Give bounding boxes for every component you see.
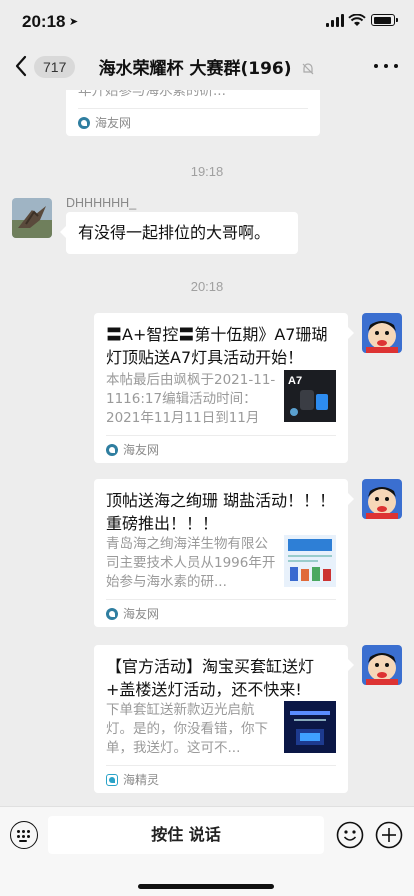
text-message-bubble[interactable]: 有没得一起排位的大哥啊。 — [60, 212, 298, 254]
unread-count-badge: 717 — [34, 56, 76, 78]
avatar-image — [362, 479, 402, 519]
status-time: 20:18 — [22, 12, 66, 31]
link-card-partial[interactable]: 年开始参与海水素的研... 海友网 — [66, 90, 320, 136]
card-divider — [78, 108, 308, 109]
card-thumbnail — [284, 535, 336, 587]
sender-name: DHHHHHH_ — [66, 196, 137, 210]
keyboard-toggle-button[interactable] — [10, 821, 38, 849]
card-desc: 下单套缸送新款迈光启航灯。是的，你没看错，你下单，我送灯。这可不... — [106, 702, 268, 756]
haiyou-logo-icon — [106, 444, 118, 456]
haiyou-logo-icon — [106, 608, 118, 620]
hold-to-talk-button[interactable]: 按住 说话 — [48, 816, 324, 854]
card-thumbnail — [284, 701, 336, 753]
card-title: 顶帖送海之绚珊 瑚盐活动！！！ 重磅推出！！！ — [106, 491, 336, 533]
chevron-left-icon — [15, 55, 27, 77]
thumb-label: A7 — [288, 375, 302, 387]
card-title: 〓A+智控〓第十伍期》A7珊瑚灯顶贴送A7灯具活动开始！ — [106, 325, 328, 367]
card-title: 【官方活动】淘宝买套缸送灯+盖楼送灯活动，还不快来! — [106, 657, 315, 699]
chat-header: 717 海水荣耀杯 大赛群(196) — [0, 44, 414, 90]
plus-icon[interactable] — [375, 821, 403, 849]
card-source: 海友网 — [106, 442, 159, 458]
card-divider — [106, 599, 336, 600]
my-avatar[interactable] — [362, 645, 402, 685]
card-source: 海友网 — [106, 606, 159, 622]
chat-input-bar: 按住 说话 — [0, 806, 414, 896]
message-text: 有没得一起排位的大哥啊。 — [78, 223, 271, 242]
sender-avatar[interactable] — [12, 198, 52, 238]
my-avatar[interactable] — [362, 313, 402, 353]
mute-bell-icon — [303, 63, 314, 75]
link-card[interactable]: 【官方活动】淘宝买套缸送灯+盖楼送灯活动，还不快来! 下单套缸送新款迈光启航灯。… — [94, 645, 354, 793]
avatar-image — [362, 645, 402, 685]
card-source: 海精灵 — [106, 772, 159, 788]
card-thumbnail: A7 — [284, 370, 336, 422]
avatar-image — [362, 313, 402, 353]
more-options-button[interactable] — [372, 56, 400, 76]
link-card[interactable]: 顶帖送海之绚珊 瑚盐活动！！！ 重磅推出！！！ 青岛海之绚海洋生物有限公司主要技… — [94, 479, 354, 627]
card-desc: 年开始参与海水素的研... — [78, 90, 226, 99]
timestamp: 19:18 — [190, 164, 224, 179]
emoji-icon[interactable] — [336, 821, 364, 849]
chat-title-wrap: 海水荣耀杯 大赛群(196) — [90, 54, 324, 79]
card-desc: 青岛海之绚海洋生物有限公司主要技术人员从1996年开始参与海水素的研... — [106, 536, 276, 590]
card-divider — [106, 435, 336, 436]
location-arrow-icon: ➤ — [69, 15, 79, 28]
link-card[interactable]: 〓A+智控〓第十伍期》A7珊瑚灯顶贴送A7灯具活动开始！ 本帖最后由飒枫于202… — [94, 313, 354, 463]
card-divider — [106, 765, 336, 766]
avatar-image — [12, 198, 52, 238]
home-indicator — [138, 884, 274, 889]
wifi-icon — [348, 14, 366, 26]
haijingling-logo-icon — [106, 774, 118, 786]
card-source-label: 海精灵 — [123, 773, 160, 787]
card-source: 海友网 — [78, 115, 131, 131]
card-desc: 本帖最后由飒枫于2021-11-1116:17编辑活动时间：2021年11月11… — [106, 372, 276, 426]
card-source-label: 海友网 — [123, 443, 160, 457]
card-source-label: 海友网 — [123, 607, 160, 621]
timestamp: 20:18 — [190, 279, 224, 294]
chat-title: 海水荣耀杯 大赛群(196) — [98, 59, 292, 79]
status-bar: 20:18 ➤ — [0, 0, 414, 44]
cellular-signal-icon — [326, 14, 344, 27]
card-source-label: 海友网 — [95, 116, 132, 130]
back-button[interactable]: 717 — [10, 52, 90, 82]
message-list[interactable]: 年开始参与海水素的研... 海友网 19:18 DHHHHHH_ 有没得一起排位… — [0, 90, 414, 806]
battery-icon — [371, 14, 398, 26]
haiyou-logo-icon — [78, 117, 90, 129]
my-avatar[interactable] — [362, 479, 402, 519]
